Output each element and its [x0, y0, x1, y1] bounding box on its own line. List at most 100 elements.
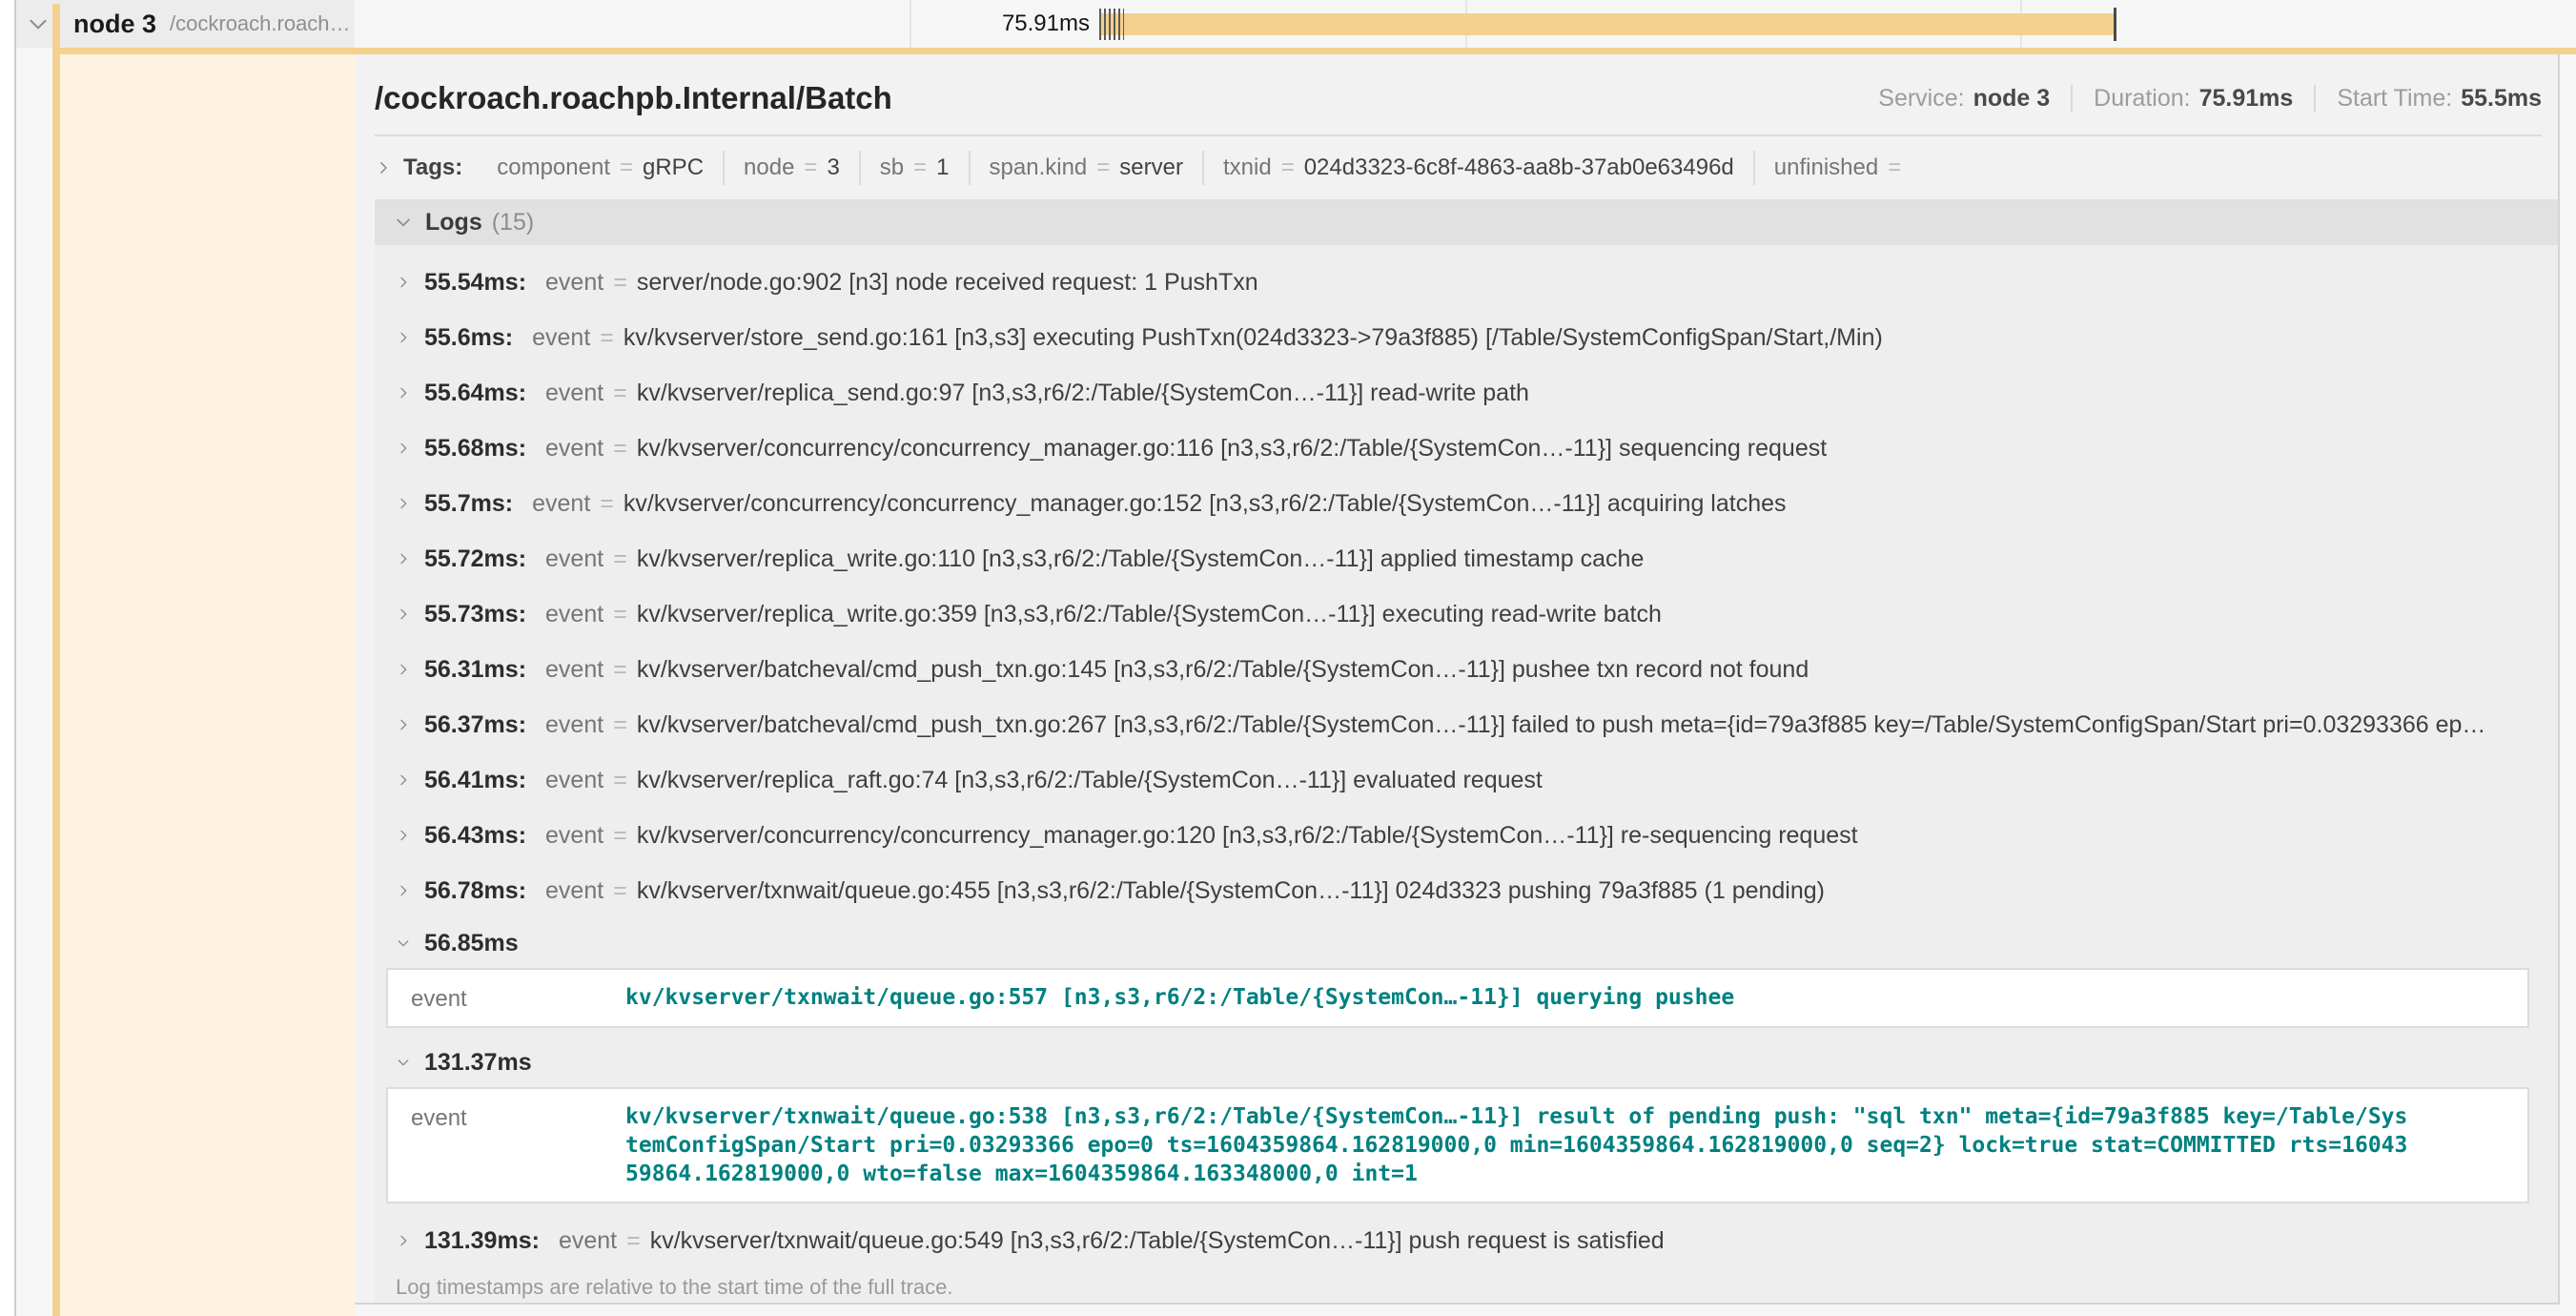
- equals-glyph: =: [626, 1227, 641, 1255]
- log-tick-marks: [1099, 9, 1124, 40]
- log-timestamp: 55.68ms:: [424, 435, 526, 463]
- log-message: kv/kvserver/batcheval/cmd_push_txn.go:14…: [637, 656, 1809, 684]
- tag-item: span.kind = server: [969, 151, 1202, 185]
- logs-body: 55.54ms: event = server/node.go:902 [n3]…: [375, 245, 2558, 1305]
- chevron-right-icon[interactable]: [396, 717, 411, 732]
- meta-item: Start Time: 55.5ms: [2314, 85, 2542, 113]
- equals-glyph: =: [613, 767, 627, 794]
- chevron-right-icon[interactable]: [396, 385, 411, 401]
- log-row[interactable]: 55.7ms: event = kv/kvserver/concurrency/…: [375, 476, 2558, 531]
- span-color-bar: [52, 4, 60, 1316]
- tags-section: Tags: component = gRPC node = 3 sb = 1 s…: [375, 146, 2542, 190]
- span-bar[interactable]: [1099, 13, 2115, 35]
- log-row[interactable]: 55.72ms: event = kv/kvserver/replica_wri…: [375, 531, 2558, 586]
- tag-key: unfinished: [1774, 154, 1878, 181]
- log-row[interactable]: 56.43ms: event = kv/kvserver/concurrency…: [375, 808, 2558, 863]
- tag-value: 3: [827, 154, 839, 181]
- chevron-right-icon[interactable]: [396, 828, 411, 843]
- equals-glyph: =: [613, 545, 627, 573]
- log-field: event: [545, 822, 603, 850]
- equals-glyph: =: [804, 154, 817, 181]
- log-message: kv/kvserver/batcheval/cmd_push_txn.go:26…: [637, 711, 2486, 739]
- log-timestamp: 55.54ms:: [424, 269, 526, 297]
- log-row[interactable]: 55.64ms: event = kv/kvserver/replica_sen…: [375, 365, 2558, 421]
- log-row[interactable]: 55.6ms: event = kv/kvserver/store_send.g…: [375, 310, 2558, 365]
- log-message: kv/kvserver/txnwait/queue.go:455 [n3,s3,…: [637, 877, 1825, 905]
- child-span-bar: [59, 48, 2576, 54]
- selected-row-highlight: [59, 54, 355, 1316]
- equals-glyph: =: [1888, 154, 1901, 181]
- chevron-down-icon: [394, 213, 413, 232]
- log-row[interactable]: 56.37ms: event = kv/kvserver/batcheval/c…: [375, 697, 2558, 752]
- tags-label: Tags:: [403, 154, 462, 181]
- log-message: kv/kvserver/concurrency/concurrency_mana…: [637, 435, 1827, 463]
- log-message: kv/kvserver/replica_write.go:110 [n3,s3,…: [637, 545, 1645, 573]
- chevron-down-icon[interactable]: [396, 1055, 411, 1070]
- chevron-right-icon[interactable]: [396, 275, 411, 290]
- log-timestamp: 131.37ms: [424, 1049, 532, 1077]
- chevron-right-icon[interactable]: [396, 607, 411, 622]
- log-row[interactable]: 131.39ms: event = kv/kvserver/txnwait/qu…: [375, 1213, 2558, 1268]
- chevron-right-icon[interactable]: [396, 662, 411, 677]
- chevron-right-icon[interactable]: [396, 551, 411, 566]
- equals-glyph: =: [913, 154, 927, 181]
- chevron-right-icon[interactable]: [396, 330, 411, 345]
- equals-glyph: =: [600, 324, 614, 352]
- log-expanded-header[interactable]: 131.37ms: [375, 1038, 2558, 1087]
- log-field: event: [559, 1227, 617, 1255]
- log-message: kv/kvserver/replica_raft.go:74 [n3,s3,r6…: [637, 767, 1543, 794]
- chevron-right-icon[interactable]: [396, 772, 411, 788]
- tag-key: node: [744, 154, 794, 181]
- log-timestamp: 55.72ms:: [424, 545, 526, 573]
- trace-timeline-row[interactable]: node 3 /cockroach.roach… 75.91ms: [16, 0, 2576, 48]
- log-field: event: [545, 877, 603, 905]
- log-field: event: [545, 545, 603, 573]
- meta-value: 75.91ms: [2199, 85, 2294, 113]
- log-row[interactable]: 55.73ms: event = kv/kvserver/replica_wri…: [375, 586, 2558, 642]
- log-expanded-entry: 56.85ms event kv/kvserver/txnwait/queue.…: [375, 918, 2558, 1028]
- log-message: server/node.go:902 [n3] node received re…: [637, 269, 1258, 297]
- logs-title: Logs: [425, 209, 482, 236]
- equals-glyph: =: [620, 154, 633, 181]
- log-row[interactable]: 56.78ms: event = kv/kvserver/txnwait/que…: [375, 863, 2558, 918]
- equals-glyph: =: [1281, 154, 1295, 181]
- equals-glyph: =: [613, 822, 627, 850]
- log-row[interactable]: 55.54ms: event = server/node.go:902 [n3]…: [375, 255, 2558, 310]
- chevron-right-icon: [375, 159, 392, 176]
- log-row[interactable]: 55.68ms: event = kv/kvserver/concurrency…: [375, 421, 2558, 476]
- log-detail-field: event: [411, 983, 625, 1013]
- chevron-right-icon[interactable]: [396, 883, 411, 898]
- chevron-down-icon[interactable]: [26, 11, 51, 36]
- log-field: event: [545, 767, 603, 794]
- log-message: kv/kvserver/concurrency/concurrency_mana…: [637, 822, 1858, 850]
- log-timestamp: 131.39ms:: [424, 1227, 540, 1255]
- logs-header[interactable]: Logs (15): [375, 199, 2558, 245]
- chevron-right-icon[interactable]: [396, 496, 411, 511]
- operation-name: /cockroach.roach…: [170, 11, 351, 36]
- span-detail-panel: /cockroach.roachpb.Internal/Batch Servic…: [355, 54, 2560, 1305]
- log-timestamp: 56.43ms:: [424, 822, 526, 850]
- tags-toggle[interactable]: Tags:: [375, 154, 462, 181]
- log-row[interactable]: 56.31ms: event = kv/kvserver/batcheval/c…: [375, 642, 2558, 697]
- equals-glyph: =: [613, 380, 627, 407]
- tag-key: sb: [880, 154, 904, 181]
- log-expanded-header[interactable]: 56.85ms: [375, 918, 2558, 968]
- equals-glyph: =: [613, 711, 627, 739]
- chevron-down-icon[interactable]: [396, 936, 411, 951]
- left-gutter: [0, 0, 14, 1316]
- log-field: event: [545, 601, 603, 628]
- span-name-cell[interactable]: node 3 /cockroach.roach…: [16, 0, 355, 48]
- log-timestamp: 56.37ms:: [424, 711, 526, 739]
- log-timestamp: 55.6ms:: [424, 324, 513, 352]
- tag-item: unfinished =: [1753, 151, 1930, 185]
- chevron-right-icon[interactable]: [396, 441, 411, 456]
- log-field: event: [545, 656, 603, 684]
- log-marker-end: [2114, 8, 2116, 41]
- log-timestamp: 55.73ms:: [424, 601, 526, 628]
- chevron-right-icon[interactable]: [396, 1233, 411, 1248]
- log-row[interactable]: 56.41ms: event = kv/kvserver/replica_raf…: [375, 752, 2558, 808]
- log-message: kv/kvserver/txnwait/queue.go:549 [n3,s3,…: [650, 1227, 1665, 1255]
- equals-glyph: =: [613, 269, 627, 297]
- log-detail-value: kv/kvserver/txnwait/queue.go:538 [n3,s3,…: [625, 1102, 2409, 1188]
- log-detail-value: kv/kvserver/txnwait/queue.go:557 [n3,s3,…: [625, 983, 2409, 1013]
